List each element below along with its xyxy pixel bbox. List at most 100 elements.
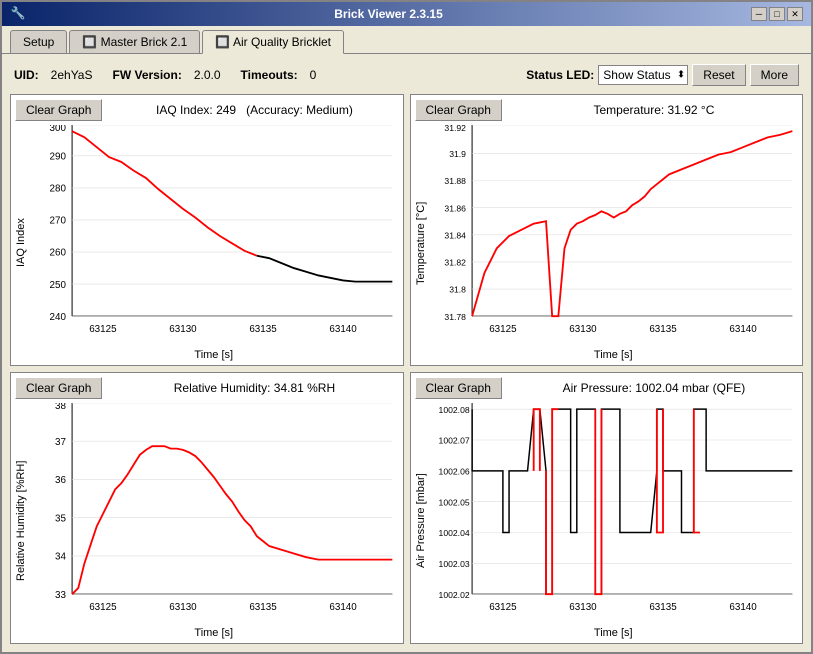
status-led-select[interactable]: Show Status Off On [598,65,688,85]
iaq-title: IAQ Index: 249 (Accuracy: Medium) [110,103,398,117]
svg-text:300: 300 [50,125,67,134]
iaq-chart-area: 240 250 260 270 280 290 300 [29,125,399,361]
pressure-clear-button[interactable]: Clear Graph [415,377,502,399]
humidity-title: Relative Humidity: 34.81 %RH [110,381,398,395]
main-window: 🔧 Brick Viewer 2.3.15 ─ □ ✕ Setup 🔲 Mast… [0,0,813,654]
svg-text:63125: 63125 [89,324,117,335]
svg-text:1002.04: 1002.04 [438,528,469,538]
svg-text:31.8: 31.8 [449,285,466,295]
pressure-chart-area: 1002.02 1002.03 1002.04 1002.05 1002.06 … [429,403,799,639]
svg-text:31.92: 31.92 [444,125,466,133]
timeouts-label: Timeouts: [241,68,298,82]
pressure-header: Clear Graph Air Pressure: 1002.04 mbar (… [415,377,799,399]
iaq-y-label: IAQ Index [15,125,27,361]
title-controls: ─ □ ✕ [751,7,803,21]
tab-setup[interactable]: Setup [10,30,67,53]
status-led-select-wrapper[interactable]: Show Status Off On [598,65,688,85]
svg-text:36: 36 [55,475,66,486]
fw-label: FW Version: [112,68,181,82]
reset-button[interactable]: Reset [692,64,745,86]
svg-text:63130: 63130 [569,602,597,613]
svg-text:31.82: 31.82 [444,258,466,268]
title-bar: 🔧 Brick Viewer 2.3.15 ─ □ ✕ [2,2,811,26]
temp-y-label: Temperature [°C] [415,125,427,361]
pressure-y-label: Air Pressure [mbar] [415,403,427,639]
humidity-clear-button[interactable]: Clear Graph [15,377,102,399]
pressure-title: Air Pressure: 1002.04 mbar (QFE) [510,381,798,395]
status-led-group: Status LED: Show Status Off On Reset Mor… [526,64,799,86]
iaq-panel: Clear Graph IAQ Index: 249 (Accuracy: Me… [10,94,404,366]
temp-clear-button[interactable]: Clear Graph [415,99,502,121]
maximize-button[interactable]: □ [769,7,785,21]
iaq-svg: 240 250 260 270 280 290 300 [29,125,399,347]
tab-master-brick[interactable]: 🔲 Master Brick 2.1 [69,30,200,53]
svg-text:38: 38 [55,403,66,412]
svg-text:63130: 63130 [169,602,197,613]
humidity-header: Clear Graph Relative Humidity: 34.81 %RH [15,377,399,399]
svg-text:63135: 63135 [649,602,677,613]
iaq-clear-button[interactable]: Clear Graph [15,99,102,121]
minimize-button[interactable]: ─ [751,7,767,21]
close-button[interactable]: ✕ [787,7,803,21]
humidity-canvas: Relative Humidity [%RH] 33 34 35 36 37 3… [15,403,399,639]
svg-text:34: 34 [55,552,66,563]
svg-text:63135: 63135 [249,324,277,335]
humidity-y-label: Relative Humidity [%RH] [15,403,27,639]
svg-text:31.9: 31.9 [449,149,466,159]
svg-text:37: 37 [55,437,66,448]
svg-text:240: 240 [50,312,67,323]
window-title: Brick Viewer 2.3.15 [26,7,751,21]
tab-air-quality[interactable]: 🔲 Air Quality Bricklet [202,30,344,54]
svg-text:1002.02: 1002.02 [438,590,469,600]
svg-text:63135: 63135 [249,602,277,613]
graphs-area: Clear Graph IAQ Index: 249 (Accuracy: Me… [10,94,803,644]
pressure-panel: Clear Graph Air Pressure: 1002.04 mbar (… [410,372,804,644]
temp-svg: 31.78 31.8 31.82 31.84 31.86 31.88 31.9 … [429,125,799,347]
svg-text:31.88: 31.88 [444,176,466,186]
uid-label: UID: [14,68,39,82]
svg-text:63125: 63125 [489,602,517,613]
svg-text:1002.06: 1002.06 [438,467,469,477]
more-button[interactable]: More [750,64,799,86]
svg-text:260: 260 [50,248,67,259]
temp-title: Temperature: 31.92 °C [510,103,798,117]
humidity-x-label: Time [s] [29,627,399,639]
humidity-svg: 33 34 35 36 37 38 [29,403,399,625]
pressure-canvas: Air Pressure [mbar] 1002.02 1002.03 1002… [415,403,799,639]
temp-chart-area: 31.78 31.8 31.82 31.84 31.86 31.88 31.9 … [429,125,799,361]
svg-text:1002.03: 1002.03 [438,559,469,569]
svg-text:290: 290 [50,152,67,163]
temp-x-label: Time [s] [429,349,799,361]
svg-text:33: 33 [55,590,66,601]
status-led-label: Status LED: [526,68,594,82]
svg-text:63140: 63140 [329,602,357,613]
svg-text:63130: 63130 [169,324,197,335]
timeouts-value: 0 [310,68,317,82]
svg-text:63140: 63140 [729,602,757,613]
svg-text:35: 35 [55,513,66,524]
pressure-x-label: Time [s] [429,627,799,639]
svg-text:31.78: 31.78 [444,312,466,322]
uid-value: 2ehYaS [51,68,93,82]
svg-text:250: 250 [50,280,67,291]
svg-text:63140: 63140 [729,324,757,335]
svg-text:270: 270 [50,216,67,227]
humidity-chart-area: 33 34 35 36 37 38 [29,403,399,639]
pressure-svg: 1002.02 1002.03 1002.04 1002.05 1002.06 … [429,403,799,625]
svg-text:63135: 63135 [649,324,677,335]
svg-text:63140: 63140 [329,324,357,335]
main-content: UID: 2ehYaS FW Version: 2.0.0 Timeouts: … [2,54,811,652]
svg-text:63130: 63130 [569,324,597,335]
svg-text:1002.08: 1002.08 [438,405,469,415]
svg-text:31.86: 31.86 [444,203,466,213]
iaq-x-label: Time [s] [29,349,399,361]
svg-text:1002.05: 1002.05 [438,497,469,507]
svg-text:1002.07: 1002.07 [438,436,469,446]
iaq-canvas: IAQ Index 240 250 260 270 280 [15,125,399,361]
svg-text:63125: 63125 [89,602,117,613]
fw-value: 2.0.0 [194,68,221,82]
info-bar: UID: 2ehYaS FW Version: 2.0.0 Timeouts: … [10,62,803,88]
temp-panel: Clear Graph Temperature: 31.92 °C Temper… [410,94,804,366]
temp-canvas: Temperature [°C] 31.78 31.8 31.82 31.84 … [415,125,799,361]
iaq-header: Clear Graph IAQ Index: 249 (Accuracy: Me… [15,99,399,121]
